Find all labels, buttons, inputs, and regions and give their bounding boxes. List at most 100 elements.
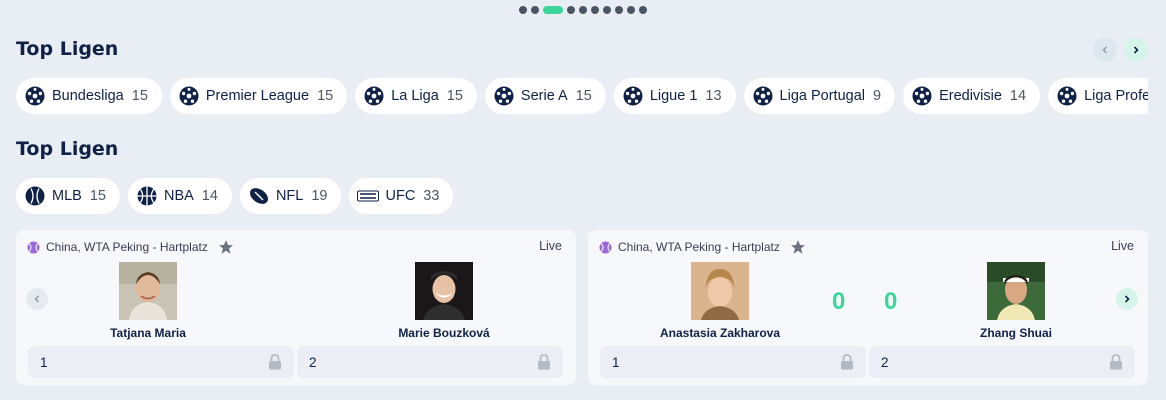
league-chip[interactable]: La Liga 15 — [355, 78, 477, 114]
scroll-left-button[interactable] — [1093, 38, 1117, 62]
pager-dot-active[interactable] — [543, 6, 563, 14]
league-chip-label: La Liga — [391, 88, 439, 104]
league-chip-label: Liga Profesional — [1084, 88, 1148, 104]
soccer-ball-icon — [493, 85, 515, 107]
league-chip-count: 15 — [131, 88, 148, 104]
pager-dot[interactable] — [579, 6, 587, 14]
away-player[interactable]: Zhang Shuai — [926, 262, 1106, 340]
odds-label: 1 — [40, 354, 48, 370]
favorite-star-icon[interactable] — [790, 239, 806, 255]
player-name: Marie Bouzková — [398, 326, 490, 340]
odds-label: 2 — [309, 354, 317, 370]
baseball-icon — [24, 185, 46, 207]
home-player[interactable]: Tatjana Maria — [58, 262, 238, 340]
league-chip-count: 14 — [1009, 88, 1027, 104]
league-chip-label: Premier League — [205, 88, 310, 104]
pager-dot[interactable] — [591, 6, 599, 14]
lock-icon — [538, 354, 550, 370]
league-chip-label: NFL — [275, 188, 304, 204]
league-chip[interactable]: NBA 14 — [127, 178, 232, 214]
soccer-ball-icon — [622, 85, 644, 107]
pager-dot[interactable] — [603, 6, 611, 14]
soccer-ball-icon — [24, 85, 46, 107]
odds-button-1[interactable]: 1 — [600, 346, 866, 378]
mma-icon — [357, 185, 380, 207]
pager-dot[interactable] — [639, 6, 647, 14]
league-chip-label: Liga Portugal — [779, 88, 865, 104]
basketball-icon — [136, 185, 158, 207]
chevron-right-icon — [1133, 46, 1139, 54]
home-score: 0 — [832, 288, 846, 315]
section-title-top-leagues: Top Ligen — [16, 38, 119, 60]
chevron-left-icon — [1102, 46, 1107, 54]
league-chip[interactable]: Premier League 15 — [169, 78, 348, 114]
match-header: China, WTA Peking - Hartplatz — [599, 239, 806, 255]
player-photo — [691, 262, 749, 320]
league-chip-row: Bundesliga 15 Premier League 15 La Liga 15 … — [16, 78, 1148, 114]
home-player[interactable]: Anastasia Zakharova — [630, 262, 810, 340]
match-status: Live — [539, 239, 562, 253]
league-chip[interactable]: Bundesliga 15 — [16, 78, 162, 114]
league-chip[interactable]: Eredivisie 14 — [903, 78, 1041, 114]
match-header: China, WTA Peking - Hartplatz — [27, 239, 234, 255]
pager-dot[interactable] — [627, 6, 635, 14]
tennis-ball-icon — [599, 241, 612, 253]
league-chip-count: 15 — [89, 188, 106, 204]
odds-button-1[interactable]: 1 — [28, 346, 294, 378]
match-league: China, WTA Peking - Hartplatz — [46, 240, 208, 254]
league-chip-count: 15 — [575, 88, 592, 104]
lock-icon — [269, 354, 281, 370]
pager-dot[interactable] — [531, 6, 539, 14]
pager-dot[interactable] — [519, 6, 527, 14]
chevron-right-icon — [1124, 295, 1130, 303]
section-title-top-leagues-us: Top Ligen — [16, 138, 119, 160]
pager-dot[interactable] — [615, 6, 623, 14]
scroll-right-button[interactable] — [1124, 38, 1148, 62]
odds-button-2[interactable]: 2 — [297, 346, 563, 378]
american-football-icon — [248, 185, 270, 207]
league-chip[interactable]: NFL 19 — [239, 178, 342, 214]
match-card[interactable]: China, WTA Peking - Hartplatz Live Tatja… — [16, 230, 576, 385]
league-chip[interactable]: Serie A 15 — [484, 78, 606, 114]
match-status: Live — [1111, 239, 1134, 253]
match-league: China, WTA Peking - Hartplatz — [618, 240, 780, 254]
player-name: Tatjana Maria — [110, 326, 186, 340]
soccer-ball-icon — [1056, 85, 1078, 107]
player-name: Anastasia Zakharova — [659, 326, 781, 340]
league-chip-label: Ligue 1 — [649, 88, 698, 104]
league-chip[interactable]: UFC 33 — [349, 178, 454, 214]
league-chip-label: Eredivisie — [939, 88, 1002, 104]
odds-label: 1 — [612, 354, 620, 370]
league-chip-count: 19 — [311, 188, 328, 204]
league-chip-row: MLB 15 NBA 14 NFL 19 UFC 33 — [16, 178, 616, 214]
league-chip-count: 33 — [423, 188, 440, 204]
soccer-ball-icon — [178, 85, 200, 107]
player-photo — [119, 262, 177, 320]
league-chip-count: 9 — [872, 88, 882, 104]
player-photo — [987, 262, 1045, 320]
league-chip-label: UFC — [385, 188, 416, 204]
league-chip[interactable]: MLB 15 — [16, 178, 120, 214]
lock-icon — [841, 354, 853, 370]
tennis-ball-icon — [27, 241, 40, 253]
away-player[interactable]: Marie Bouzková — [354, 262, 534, 340]
match-card[interactable]: China, WTA Peking - Hartplatz Live Anast… — [588, 230, 1148, 385]
soccer-ball-icon — [363, 85, 385, 107]
lock-icon — [1110, 354, 1122, 370]
odds-label: 2 — [881, 354, 889, 370]
league-chip[interactable]: Liga Portugal 9 — [743, 78, 896, 114]
prev-match-button[interactable] — [26, 288, 48, 310]
league-chip[interactable]: Liga Profesional — [1048, 78, 1148, 114]
chevron-left-icon — [34, 295, 39, 303]
league-chip[interactable]: Ligue 1 13 — [613, 78, 736, 114]
next-match-button[interactable] — [1116, 288, 1138, 310]
league-chip-count: 15 — [317, 88, 334, 104]
odds-button-2[interactable]: 2 — [869, 346, 1135, 378]
league-chip-label: Bundesliga — [52, 88, 124, 104]
soccer-ball-icon — [911, 85, 933, 107]
player-name: Zhang Shuai — [980, 326, 1052, 340]
player-photo — [415, 262, 473, 320]
away-score: 0 — [884, 288, 898, 315]
favorite-star-icon[interactable] — [218, 239, 234, 255]
pager-dot[interactable] — [567, 6, 575, 14]
